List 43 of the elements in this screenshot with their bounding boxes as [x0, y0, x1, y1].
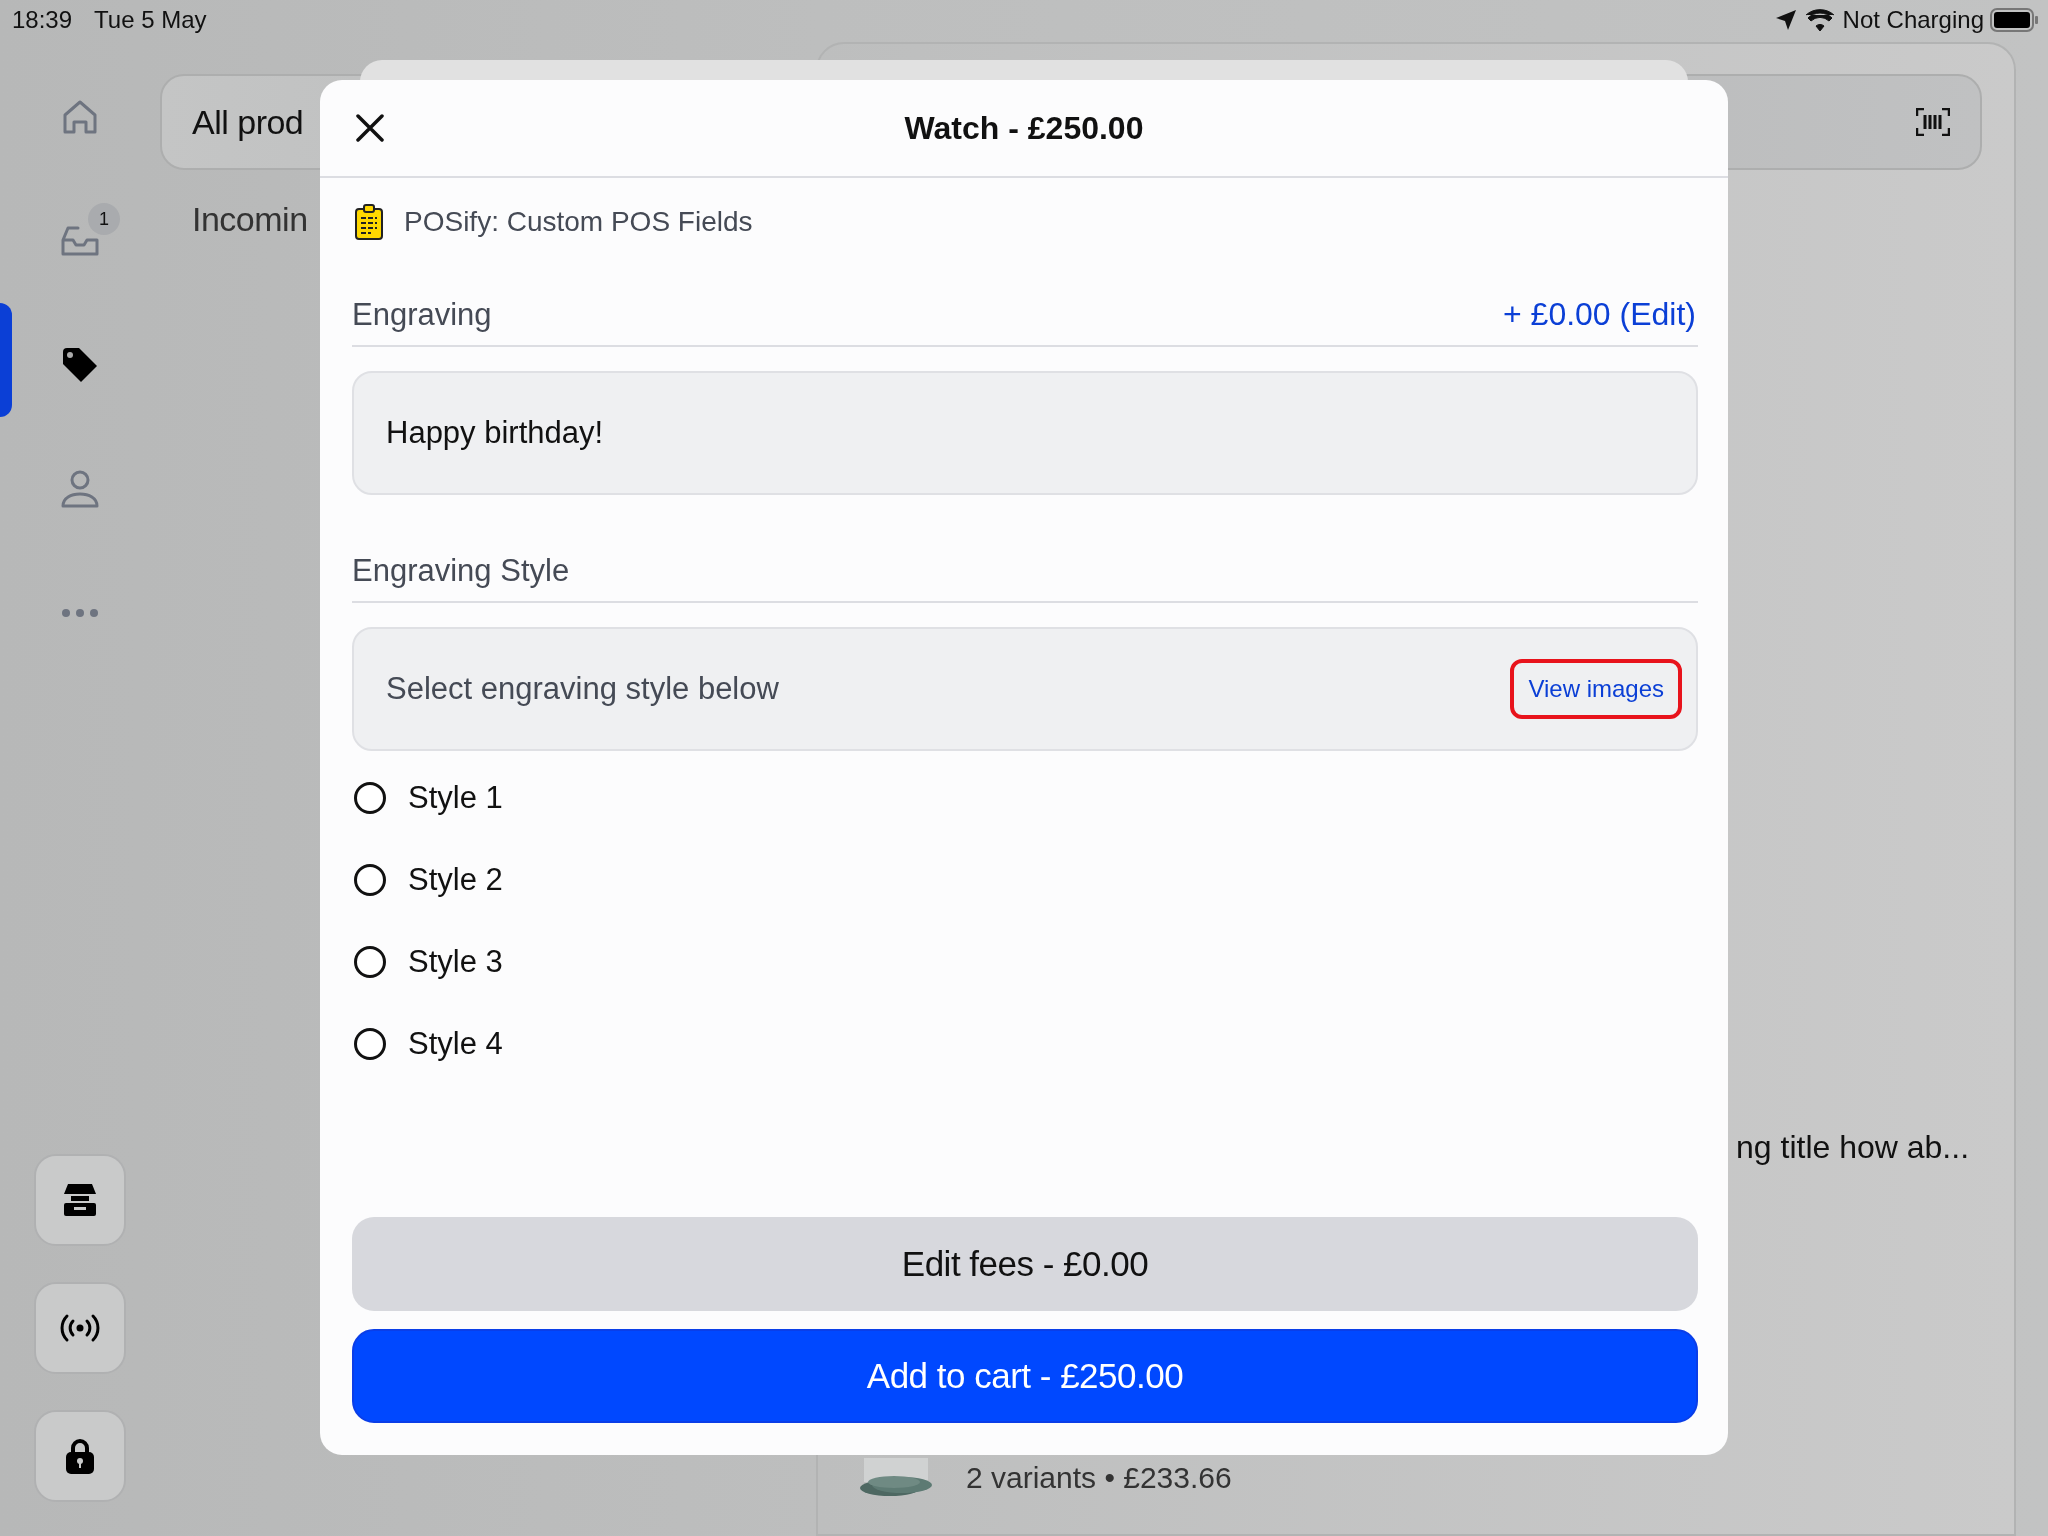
add-to-cart-button[interactable]: Add to cart - £250.00 — [352, 1329, 1698, 1423]
close-icon — [356, 114, 384, 142]
edit-fees-button[interactable]: Edit fees - £0.00 — [352, 1217, 1698, 1311]
battery-icon — [1990, 8, 2038, 32]
store-icon — [62, 1184, 98, 1216]
radio-button[interactable] — [354, 864, 386, 896]
lock-icon — [65, 1438, 95, 1474]
option-label: Style 3 — [408, 944, 503, 980]
barcode-scan-icon — [1916, 108, 1950, 136]
hint-text: Select engraving style below — [386, 671, 779, 707]
radio-button[interactable] — [354, 782, 386, 814]
wifi-icon — [1804, 9, 1835, 31]
radio-button[interactable] — [354, 1028, 386, 1060]
option-label: Style 2 — [408, 862, 503, 898]
field-label: Engraving Style — [352, 553, 570, 589]
modal-title: Watch - £250.00 — [904, 109, 1144, 147]
engraving-input[interactable]: Happy birthday! — [352, 371, 1698, 495]
product-meta: 2 variants • £233.66 — [966, 1461, 1232, 1495]
nav-item[interactable]: 1 — [0, 179, 160, 303]
location-icon — [1774, 9, 1797, 31]
more-icon — [61, 608, 99, 618]
view-images-link[interactable]: View images — [1510, 659, 1682, 719]
option-label: Style 4 — [408, 1026, 503, 1062]
option-label: Style 1 — [408, 780, 503, 816]
home-icon — [61, 98, 99, 136]
radio-button[interactable] — [354, 946, 386, 978]
broadcast-button[interactable] — [34, 1282, 126, 1374]
broadcast-icon — [60, 1313, 100, 1343]
tag-icon — [61, 346, 99, 384]
lock-button[interactable] — [34, 1410, 126, 1502]
field-label: Engraving — [352, 296, 492, 333]
battery-status: Not Charging — [1842, 6, 1984, 34]
person-icon — [61, 469, 99, 509]
store-button[interactable] — [34, 1154, 126, 1246]
count-badge: 1 — [88, 203, 120, 235]
clipboard-icon — [354, 204, 384, 240]
price-edit-link[interactable]: + £0.00 (Edit) — [1503, 296, 1696, 333]
app-name: POSify: Custom POS Fields — [404, 206, 753, 238]
product-title: ng title how ab... — [1736, 1129, 1970, 1166]
section-title: Incomin — [192, 200, 308, 239]
status-time: 18:39 — [12, 6, 73, 34]
inbox-icon — [61, 224, 99, 258]
status-date: Tue 5 May — [94, 6, 207, 34]
